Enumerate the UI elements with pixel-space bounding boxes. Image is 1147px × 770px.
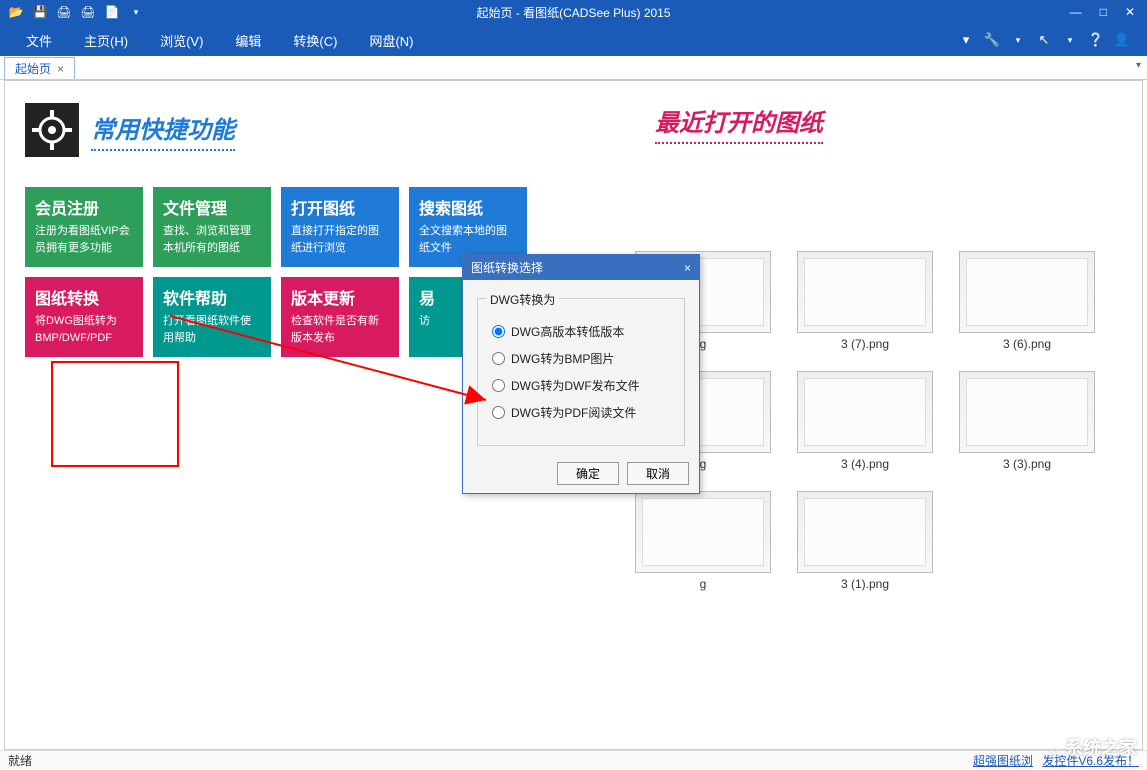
thumbnail-6[interactable]: g — [635, 491, 771, 591]
thumbnail-image[interactable] — [797, 251, 933, 333]
help-icon[interactable]: ❔ — [1087, 31, 1105, 49]
tab-start-page[interactable]: 起始页 × — [4, 57, 75, 79]
maximize-button[interactable]: □ — [1100, 5, 1107, 19]
heading-recent: 最近打开的图纸 — [655, 103, 823, 144]
thumbnail-caption: 3 (1).png — [797, 577, 933, 591]
menu-edit[interactable]: 编辑 — [219, 31, 277, 50]
menu-netdisk[interactable]: 网盘(N) — [353, 31, 429, 50]
option-dwg-downgrade[interactable]: DWG高版本转低版本 — [492, 323, 670, 340]
thumbnail-caption: 3 (6).png — [959, 337, 1095, 351]
tile-title: 图纸转换 — [35, 285, 133, 309]
chevron-down-icon[interactable]: ▾ — [1009, 31, 1027, 49]
thumbnail-5[interactable]: 3 (3).png — [959, 371, 1095, 471]
radio-dwg-downgrade[interactable] — [492, 325, 505, 338]
heading-shortcuts: 常用快捷功能 — [91, 110, 235, 151]
menu-bar: 文件 主页(H) 浏览(V) 编辑 转换(C) 网盘(N) ▾ 🔧 ▾ ↖ ▾ … — [0, 24, 1147, 56]
thumbnail-7[interactable]: 3 (1).png — [797, 491, 933, 591]
tab-label: 起始页 — [15, 60, 51, 77]
thumbnail-image[interactable] — [797, 491, 933, 573]
tile-6[interactable]: 版本更新检查软件是否有新版本发布 — [281, 277, 399, 357]
thumbnail-caption: 3 (3).png — [959, 457, 1095, 471]
save-icon[interactable]: 💾 — [32, 4, 48, 20]
tile-desc: 检查软件是否有新版本发布 — [291, 313, 389, 346]
window-title: 起始页 - 看图纸(CADSee Plus) 2015 — [476, 4, 670, 21]
print-preview-icon[interactable]: 🖨 — [80, 4, 96, 20]
tab-close-icon[interactable]: × — [57, 62, 64, 76]
tab-overflow-icon[interactable]: ▾ — [1136, 60, 1141, 71]
wrench-icon[interactable]: 🔧 — [983, 31, 1001, 49]
tile-5[interactable]: 软件帮助打开看图纸软件使用帮助 — [153, 277, 271, 357]
tile-2[interactable]: 打开图纸直接打开指定的图纸进行浏览 — [281, 187, 399, 267]
radio-dwg-to-bmp[interactable] — [492, 352, 505, 365]
group-label: DWG转换为 — [486, 291, 559, 308]
tile-title: 软件帮助 — [163, 285, 261, 309]
app-logo — [25, 103, 79, 157]
menu-browse[interactable]: 浏览(V) — [144, 31, 219, 50]
option-dwg-to-dwf[interactable]: DWG转为DWF发布文件 — [492, 377, 670, 394]
thumbnail-4[interactable]: 3 (4).png — [797, 371, 933, 471]
tile-title: 文件管理 — [163, 195, 261, 219]
minimize-button[interactable]: — — [1070, 5, 1082, 19]
tile-title: 搜索图纸 — [419, 195, 517, 219]
ok-button[interactable]: 确定 — [557, 462, 619, 485]
thumbnail-caption: 3 (4).png — [797, 457, 933, 471]
tile-desc: 查找、浏览和管理本机所有的图纸 — [163, 223, 261, 256]
thumbnail-image[interactable] — [959, 371, 1095, 453]
thumbnail-image[interactable] — [635, 491, 771, 573]
status-bar: 就绪 超强图纸浏 发控件V6.6发布！ — [0, 750, 1147, 770]
dialog-close-icon[interactable]: × — [684, 261, 691, 275]
dialog-title: 图纸转换选择 — [471, 259, 543, 276]
tile-title: 会员注册 — [35, 195, 133, 219]
thumbnail-1[interactable]: 3 (7).png — [797, 251, 933, 351]
option-dwg-to-bmp[interactable]: DWG转为BMP图片 — [492, 350, 670, 367]
tile-0[interactable]: 会员注册注册为看图纸VIP会员拥有更多功能 — [25, 187, 143, 267]
print-icon[interactable]: 🖨 — [56, 4, 72, 20]
thumbnail-caption: g — [635, 577, 771, 591]
menu-convert[interactable]: 转换(C) — [277, 31, 353, 50]
close-button[interactable]: ✕ — [1125, 5, 1135, 19]
tile-desc: 打开看图纸软件使用帮助 — [163, 313, 261, 346]
tile-4[interactable]: 图纸转换将DWG图纸转为BMP/DWF/PDF — [25, 277, 143, 357]
thumbnail-2[interactable]: 3 (6).png — [959, 251, 1095, 351]
thumbnail-image[interactable] — [797, 371, 933, 453]
option-dwg-to-pdf[interactable]: DWG转为PDF阅读文件 — [492, 404, 670, 421]
thumbnail-caption: 3 (7).png — [797, 337, 933, 351]
tile-desc: 全文搜索本地的图纸文件 — [419, 223, 517, 256]
tile-title: 版本更新 — [291, 285, 389, 309]
cancel-button[interactable]: 取消 — [627, 462, 689, 485]
radio-dwg-to-pdf[interactable] — [492, 406, 505, 419]
chevron-down-icon[interactable]: ▾ — [1061, 31, 1079, 49]
menu-home[interactable]: 主页(H) — [68, 31, 144, 50]
user-icon[interactable]: 👤 — [1113, 31, 1131, 49]
tile-title: 打开图纸 — [291, 195, 389, 219]
radio-dwg-to-dwf[interactable] — [492, 379, 505, 392]
toolbar-dropdown-icon[interactable]: ▾ — [128, 4, 144, 20]
thumbnail-image[interactable] — [959, 251, 1095, 333]
status-link-1[interactable]: 超强图纸浏 — [973, 754, 1033, 768]
tab-bar: 起始页 × ▾ — [0, 56, 1147, 80]
annotation-highlight — [51, 361, 179, 467]
watermark: ⌂ 系统之家 — [1049, 734, 1137, 760]
title-bar: 📂 💾 🖨 🖨 📄 ▾ 起始页 - 看图纸(CADSee Plus) 2015 … — [0, 0, 1147, 24]
tile-desc: 直接打开指定的图纸进行浏览 — [291, 223, 389, 256]
tile-1[interactable]: 文件管理查找、浏览和管理本机所有的图纸 — [153, 187, 271, 267]
tile-desc: 注册为看图纸VIP会员拥有更多功能 — [35, 223, 133, 256]
open-icon[interactable]: 📂 — [8, 4, 24, 20]
convert-dialog: 图纸转换选择 × DWG转换为 DWG高版本转低版本 DWG转为BMP图片 DW… — [462, 254, 700, 494]
export-icon[interactable]: 📄 — [104, 4, 120, 20]
menu-file[interactable]: 文件 — [10, 31, 68, 50]
cursor-icon[interactable]: ↖ — [1035, 31, 1053, 49]
chevron-down-icon[interactable]: ▾ — [957, 31, 975, 49]
status-text: 就绪 — [8, 752, 32, 769]
tile-desc: 将DWG图纸转为BMP/DWF/PDF — [35, 313, 133, 346]
